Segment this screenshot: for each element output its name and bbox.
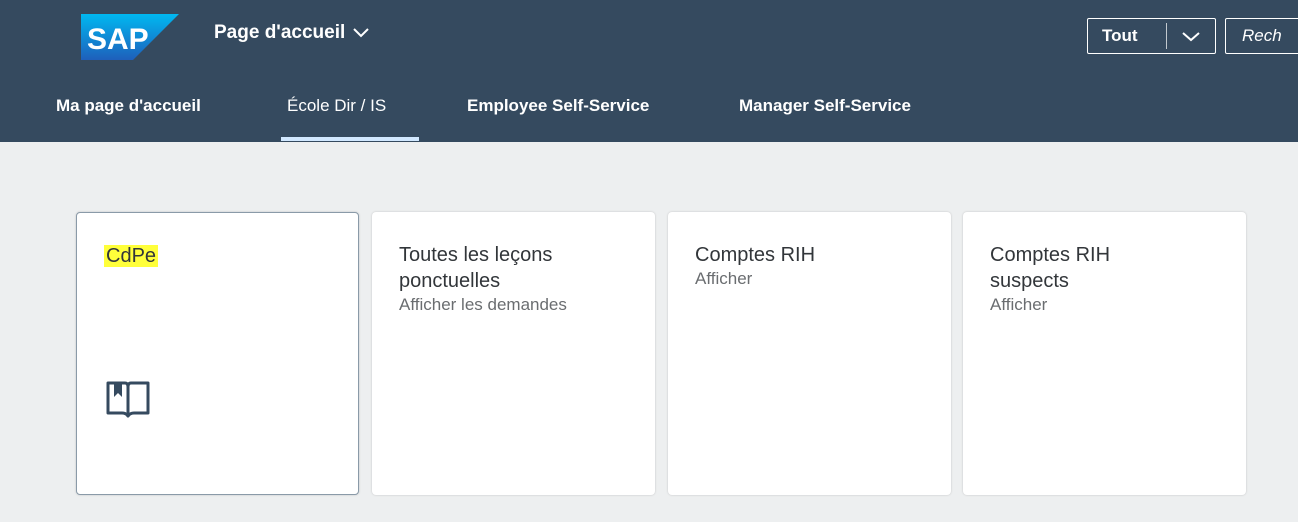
tab-manager-self-service[interactable]: Manager Self-Service bbox=[739, 96, 911, 116]
tile-toutes-les-lecons[interactable]: Toutes les leçons ponctuelles Afficher l… bbox=[372, 212, 655, 495]
home-title: Page d'accueil bbox=[214, 22, 346, 43]
sap-logo-text: SAP bbox=[87, 23, 149, 56]
tab-employee-self-service[interactable]: Employee Self-Service bbox=[467, 96, 649, 116]
tile-subtitle: Afficher bbox=[695, 269, 753, 288]
tile-title: Comptes RIH suspects Afficher bbox=[990, 242, 1190, 316]
tile-title-text: Comptes RIH bbox=[695, 244, 816, 266]
chevron-down-icon bbox=[353, 28, 369, 38]
tab-ecole-dir-is[interactable]: École Dir / IS bbox=[287, 96, 386, 116]
tab-bar: Ma page d'accueil École Dir / IS Employe… bbox=[0, 84, 1298, 142]
tile-title: Toutes les leçons ponctuelles Afficher l… bbox=[399, 242, 639, 316]
tile-title-text: CdPe bbox=[104, 245, 159, 267]
tile-comptes-rih-suspects[interactable]: Comptes RIH suspects Afficher bbox=[963, 212, 1246, 495]
tab-ma-page-accueil[interactable]: Ma page d'accueil bbox=[56, 96, 201, 116]
tile-cdpe[interactable]: CdPe bbox=[76, 212, 359, 495]
home-title-menu[interactable]: Page d'accueil bbox=[214, 22, 369, 44]
tile-subtitle: Afficher bbox=[990, 295, 1048, 314]
tile-title-text: Comptes RIH suspects bbox=[990, 244, 1111, 292]
search-scope-value: Tout bbox=[1102, 26, 1138, 45]
tile-title-text: Toutes les leçons ponctuelles bbox=[399, 244, 553, 292]
search-scope-select[interactable]: Tout bbox=[1087, 18, 1216, 54]
search-input[interactable]: Rech bbox=[1225, 18, 1298, 54]
tile-title: Comptes RIH Afficher bbox=[695, 242, 935, 290]
chevron-down-icon bbox=[1182, 32, 1200, 42]
active-tab-indicator bbox=[281, 137, 419, 141]
tile-comptes-rih[interactable]: Comptes RIH Afficher bbox=[668, 212, 951, 495]
book-icon bbox=[106, 381, 150, 418]
sap-logo[interactable]: SAP bbox=[81, 14, 179, 60]
tile-subtitle: Afficher les demandes bbox=[399, 295, 567, 314]
shell-bar: SAP Page d'accueil Tout Rech Ma page d'a… bbox=[0, 0, 1298, 142]
select-divider bbox=[1166, 23, 1167, 49]
search-placeholder: Rech bbox=[1242, 26, 1282, 45]
tile-title: CdPe bbox=[104, 243, 344, 269]
